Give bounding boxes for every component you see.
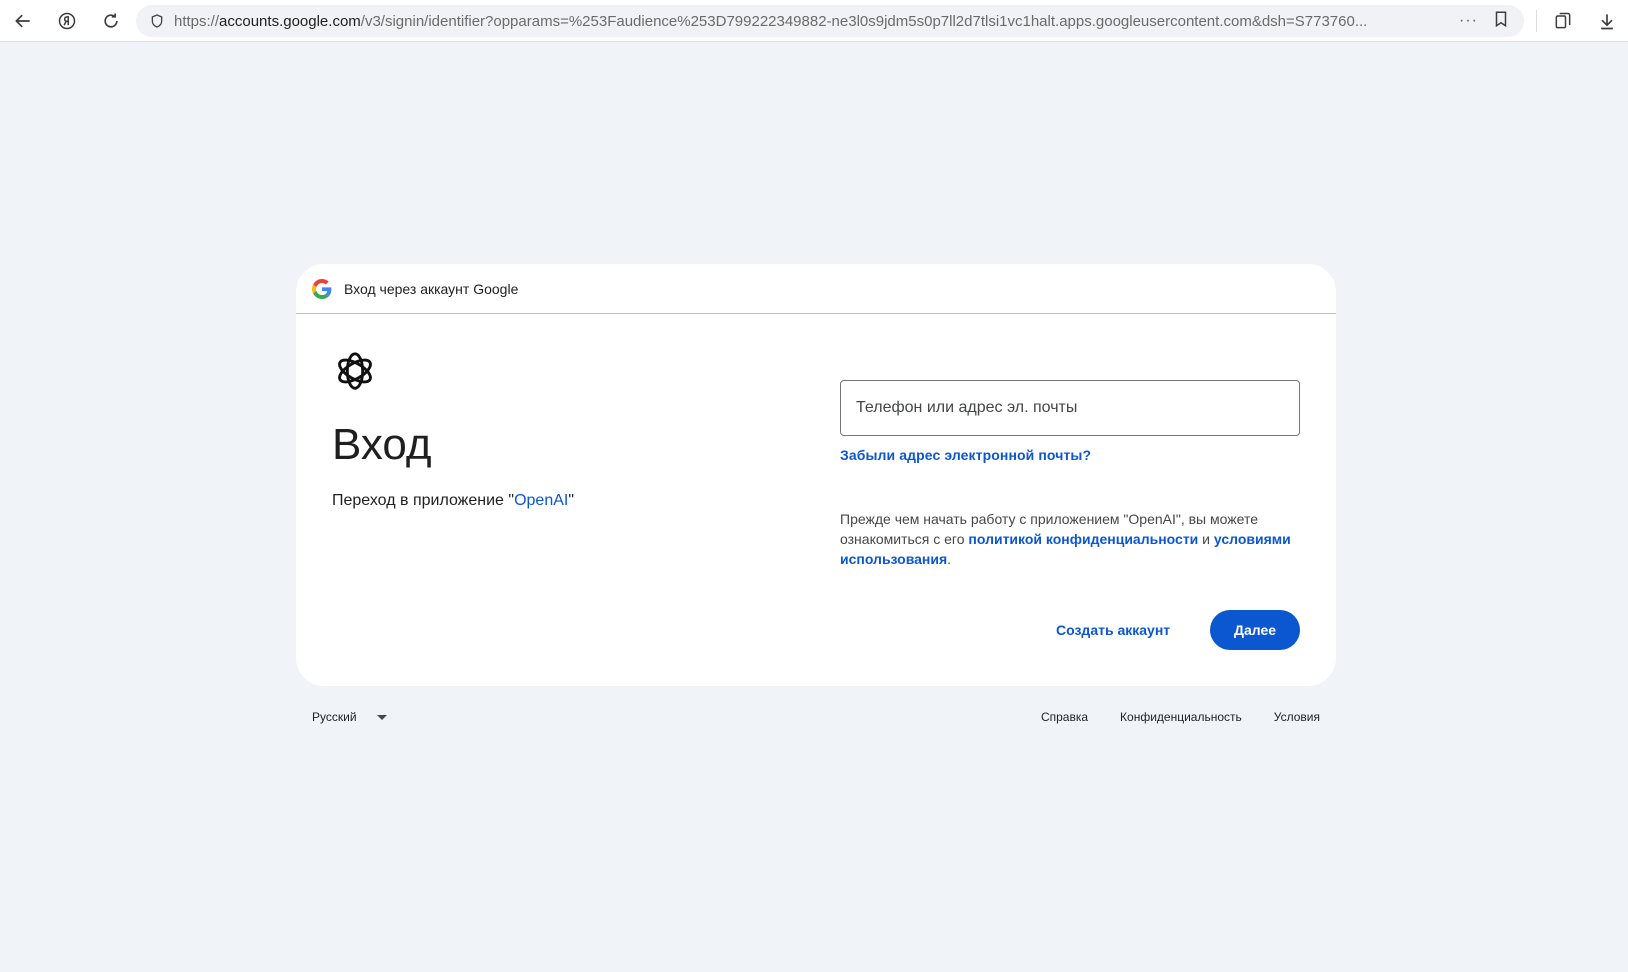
openai-app-link[interactable]: OpenAI [514, 492, 568, 509]
download-icon[interactable] [1592, 6, 1622, 36]
url-path: /v3/signin/identifier?opparams=%253Faudi… [360, 12, 1368, 30]
back-icon[interactable] [8, 6, 38, 36]
subtitle-suffix: " [568, 492, 575, 509]
privacy-and: и [1198, 531, 1214, 547]
footer: Русский Справка Конфиденциальность Услов… [296, 706, 1336, 730]
bookmark-icon[interactable] [1492, 10, 1510, 33]
url-text[interactable]: https://accounts.google.com/v3/signin/id… [174, 13, 1459, 30]
privacy-notice: Прежде чем начать работу с приложением "… [840, 509, 1302, 569]
caret-down-icon [376, 714, 387, 720]
toolbar-separator [1536, 10, 1537, 32]
privacy-suffix: . [947, 551, 952, 567]
card-header: Вход через аккаунт Google [296, 264, 1336, 314]
email-field[interactable] [840, 380, 1300, 436]
forgot-email-link[interactable]: Забыли адрес электронной почты? [840, 447, 1091, 463]
collections-icon[interactable] [1548, 6, 1578, 36]
signin-card: Вход через аккаунт Google Вход Переход в… [296, 264, 1336, 686]
terms-footer-link[interactable]: Условия [1274, 710, 1320, 724]
page-title: Вход [332, 420, 432, 469]
google-logo-icon [312, 278, 332, 299]
privacy-footer-link[interactable]: Конфиденциальность [1120, 710, 1242, 724]
yandex-icon[interactable] [52, 6, 82, 36]
language-select[interactable]: Русский [312, 710, 387, 724]
openai-logo-icon [332, 348, 378, 394]
create-account-button[interactable]: Создать аккаунт [1040, 610, 1186, 650]
subtitle-prefix: Переход в приложение " [332, 492, 515, 509]
card-header-title: Вход через аккаунт Google [344, 280, 519, 297]
language-label: Русский [312, 710, 357, 724]
url-prefix: https:// [174, 12, 220, 30]
shield-icon[interactable] [140, 13, 174, 29]
reload-icon[interactable] [96, 6, 126, 36]
page-subtitle: Переход в приложение "OpenAI" [332, 492, 574, 510]
help-link[interactable]: Справка [1041, 710, 1088, 724]
browser-toolbar: https://accounts.google.com/v3/signin/id… [0, 0, 1628, 42]
privacy-policy-link[interactable]: политикой конфиденциальности [968, 531, 1198, 547]
url-domain: accounts.google.com [219, 12, 361, 30]
more-icon[interactable]: ··· [1459, 12, 1478, 30]
next-button[interactable]: Далее [1210, 610, 1300, 650]
address-bar[interactable]: https://accounts.google.com/v3/signin/id… [136, 5, 1524, 37]
